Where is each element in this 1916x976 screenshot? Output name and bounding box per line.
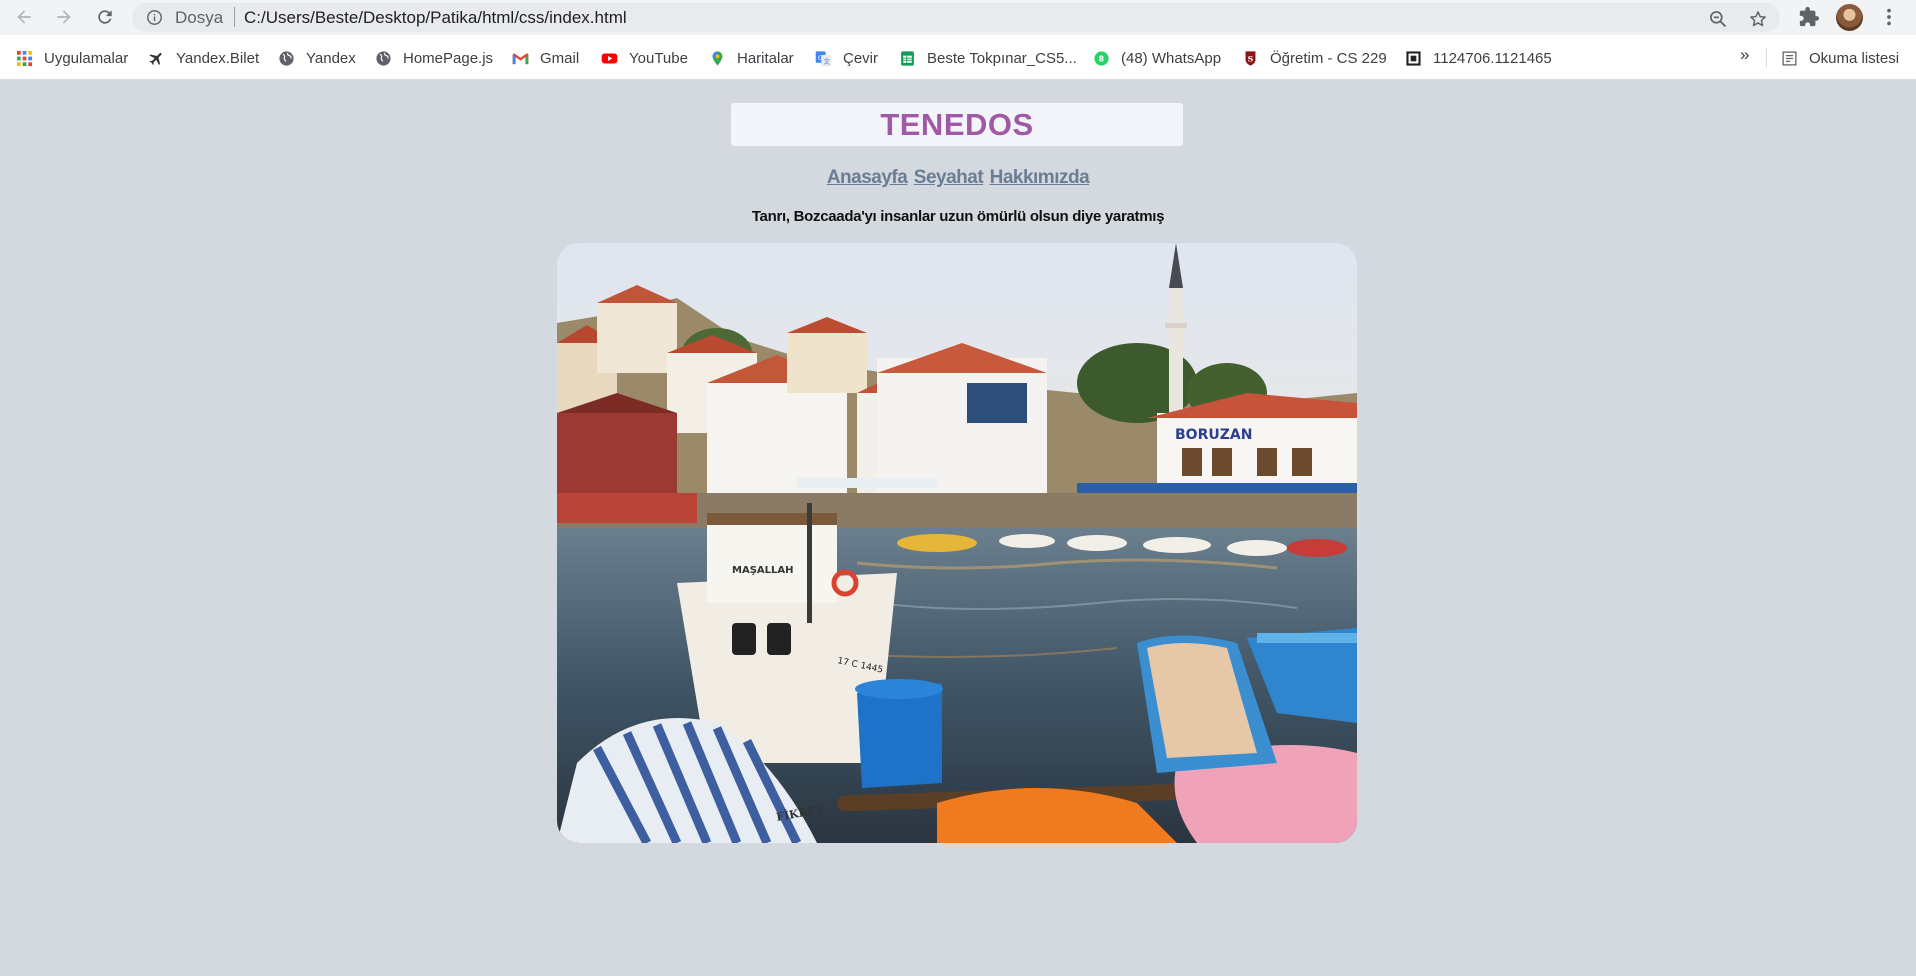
bookmark-label: HomePage.js [403, 49, 494, 67]
star-icon[interactable] [1748, 9, 1768, 29]
zoom-icon[interactable] [1708, 9, 1728, 29]
reload-icon [98, 10, 112, 24]
harbor-photo: BORUZAN MAŞALLAH 17 C 1445 FİKRET [557, 243, 1357, 843]
bookmark-haritalar[interactable]: Haritalar [709, 47, 794, 69]
bookmark-label: Çevir [843, 49, 879, 67]
reading-list-label: Okuma listesi [1809, 49, 1900, 67]
bookmark-cevir[interactable]: G文 Çevir [815, 47, 878, 69]
bookmark-whatsapp[interactable]: 8 (48) WhatsApp [1093, 47, 1221, 69]
svg-text:G: G [818, 53, 823, 61]
bookmark-file[interactable]: 1124706.1121465 [1405, 47, 1552, 69]
site-title: TENEDOS [880, 106, 1034, 142]
gmail-icon [512, 50, 529, 67]
bookmark-yandex-bilet[interactable]: Yandex.Bilet [148, 47, 259, 69]
more-bookmarks-button[interactable]: » [1740, 45, 1749, 65]
bookmark-label: Gmail [540, 49, 580, 67]
bookmarks-divider [1766, 48, 1767, 68]
harbor-illustration: BORUZAN MAŞALLAH 17 C 1445 FİKRET [557, 243, 1357, 843]
url-scheme: Dosya [175, 8, 224, 27]
svg-text:文: 文 [824, 56, 831, 65]
bookmark-label: Öğretim - CS 229 [1270, 49, 1387, 67]
menu-link-seyahat[interactable]: Seyahat [914, 167, 984, 188]
reading-list-icon [1781, 50, 1798, 67]
bookmark-label: (48) WhatsApp [1121, 49, 1222, 67]
bookmark-stanford[interactable]: S Öğretim - CS 229 [1242, 47, 1387, 69]
bookmarks-bar: Uygulamalar Yandex.Bilet Yandex HomePage… [0, 35, 1916, 80]
bookmark-label: Beste Tokpınar_CS5... [927, 49, 1077, 67]
stanford-icon: S [1242, 50, 1259, 67]
menu-button[interactable] [1877, 5, 1901, 29]
whatsapp-icon: 8 [1093, 50, 1110, 67]
svg-text:S: S [1248, 54, 1254, 63]
bookmark-gmail[interactable]: Gmail [512, 47, 579, 69]
sheets-icon [899, 50, 916, 67]
extensions-button[interactable] [1797, 5, 1821, 29]
bookmark-label: Haritalar [737, 49, 794, 67]
url-separator [234, 7, 235, 27]
kebab-menu-icon [1887, 8, 1891, 26]
maps-pin-icon [709, 50, 726, 67]
globe-icon [375, 50, 392, 67]
arrow-right-icon [57, 10, 71, 24]
translate-icon: G文 [815, 50, 832, 67]
apps-grid-icon [16, 50, 33, 67]
menu-link-anasayfa[interactable]: Anasayfa [827, 167, 908, 188]
file-icon [1405, 50, 1422, 67]
url-text[interactable]: C:/Users/Beste/Desktop/Patika/html/css/i… [244, 8, 627, 28]
reading-list-button[interactable]: Okuma listesi [1781, 47, 1899, 69]
bookmark-label: YouTube [629, 49, 688, 67]
back-button[interactable] [11, 4, 37, 30]
info-icon[interactable] [146, 9, 163, 26]
plane-icon [148, 50, 165, 67]
reload-button[interactable] [92, 4, 118, 30]
site-title-box: TENEDOS [731, 103, 1183, 146]
bookmark-label: 1124706.1121465 [1433, 49, 1552, 67]
puzzle-icon [1799, 6, 1820, 27]
profile-avatar[interactable] [1836, 4, 1863, 31]
menu-link-hakkimizda[interactable]: Hakkımızda [990, 167, 1090, 188]
arrow-left-icon [17, 10, 31, 24]
globe-icon [278, 50, 295, 67]
bookmark-label: Yandex.Bilet [176, 49, 260, 67]
svg-text:8: 8 [1099, 54, 1104, 63]
bookmark-apps[interactable]: Uygulamalar [16, 47, 128, 69]
bookmark-sheets[interactable]: Beste Tokpınar_CS5... [899, 47, 1077, 69]
bookmark-youtube[interactable]: YouTube [601, 47, 688, 69]
youtube-icon [601, 50, 618, 67]
browser-toolbar: Dosya C:/Users/Beste/Desktop/Patika/html… [0, 0, 1916, 35]
bookmark-label: Uygulamalar [44, 49, 129, 67]
boruzan-sign: BORUZAN [1175, 427, 1252, 443]
address-bar[interactable]: Dosya C:/Users/Beste/Desktop/Patika/html… [132, 3, 1780, 32]
bookmark-homepage-js[interactable]: HomePage.js [375, 47, 493, 69]
forward-button[interactable] [51, 4, 77, 30]
bookmark-label: Yandex [306, 49, 356, 67]
main-menu: Anasayfa Seyahat Hakkımızda [0, 167, 1916, 189]
bookmark-yandex[interactable]: Yandex [278, 47, 356, 69]
page-quote: Tanrı, Bozcaada'yı insanlar uzun ömürlü … [751, 208, 1165, 225]
boat-name-sign: MAŞALLAH [732, 565, 793, 576]
